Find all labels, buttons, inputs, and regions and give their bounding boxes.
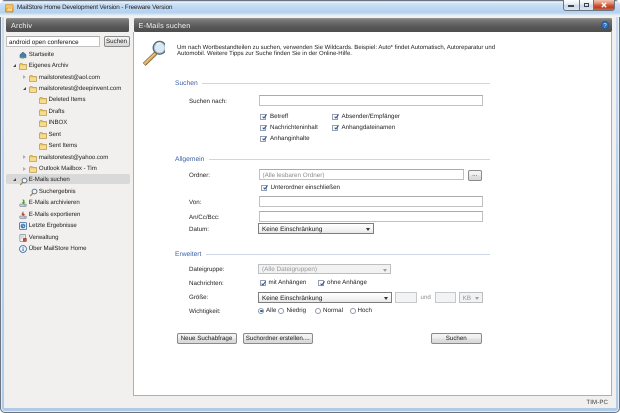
svg-text:?: ?: [603, 22, 607, 29]
